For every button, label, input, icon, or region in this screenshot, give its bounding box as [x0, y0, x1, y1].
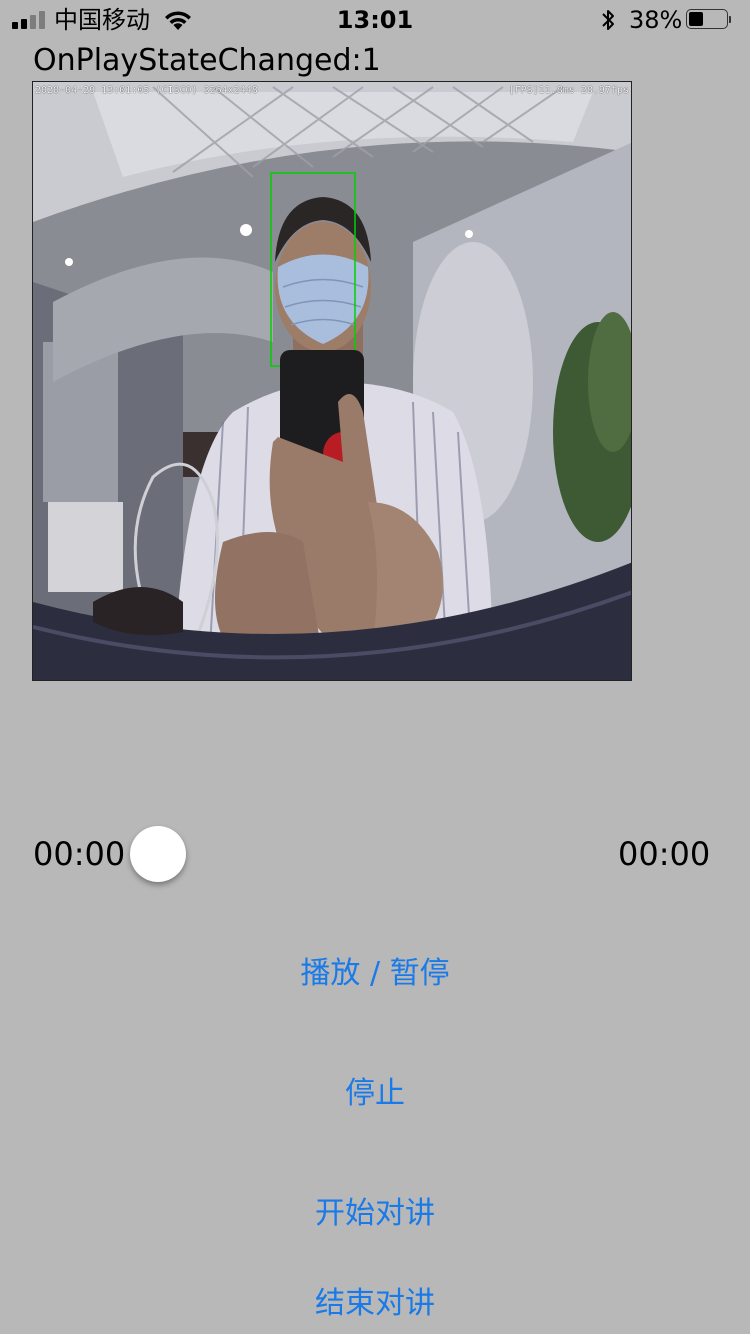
- video-osd-timestamp: 2020-04-29 13:01:05 (CISCO) 3264x2448: [35, 85, 258, 96]
- camera-frame: [33, 82, 631, 680]
- battery-icon: [686, 9, 731, 31]
- play-pause-button[interactable]: 播放 / 暂停: [0, 954, 750, 994]
- bluetooth-icon: [602, 10, 614, 30]
- video-view[interactable]: 2020-04-29 13:01:05 (CISCO) 3264x2448 [F…: [32, 81, 632, 681]
- start-talk-button[interactable]: 开始对讲: [0, 1194, 750, 1234]
- play-state-label: OnPlayStateChanged:1: [33, 43, 381, 78]
- video-osd-fps: [FPS]11.8ms 28.97fps: [508, 85, 629, 96]
- total-time-label: 00:00: [618, 835, 711, 873]
- stop-button[interactable]: 停止: [0, 1074, 750, 1114]
- status-bar: 中国移动 13:01 38%: [0, 0, 750, 40]
- current-time-label: 00:00: [33, 835, 126, 873]
- end-talk-button[interactable]: 结束对讲: [0, 1284, 750, 1324]
- progress-slider[interactable]: [130, 826, 610, 882]
- battery-percent: 38%: [629, 6, 683, 34]
- slider-thumb[interactable]: [130, 826, 186, 882]
